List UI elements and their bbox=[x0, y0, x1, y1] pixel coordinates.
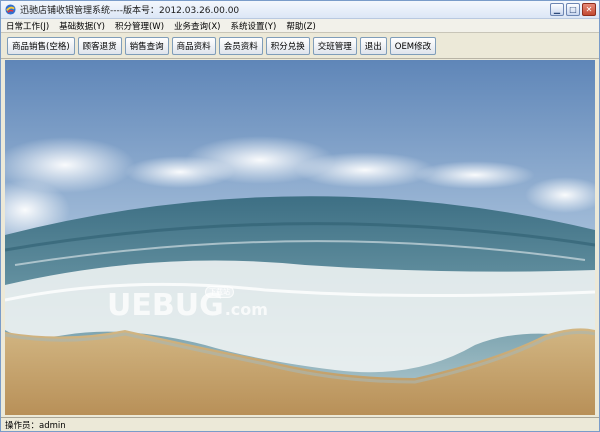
points-exchange-button[interactable]: 积分兑换 bbox=[265, 36, 310, 55]
beach-scene bbox=[5, 60, 595, 415]
minimize-button[interactable]: ▁ bbox=[550, 3, 564, 16]
customer-return-button[interactable]: 顾客退货 bbox=[77, 36, 122, 55]
watermark-badge: 下载站 bbox=[205, 286, 234, 298]
title-bar[interactable]: 迅驰店铺收银管理系统----版本号：2012.03.26.00.00 ▁ □ ✕ bbox=[1, 1, 599, 19]
site-watermark: UEBUG .com 下载站 bbox=[107, 286, 268, 323]
shift-handover-button[interactable]: 交班管理 bbox=[312, 36, 357, 55]
member-info-button[interactable]: 会员资料 bbox=[218, 36, 263, 55]
oem-edit-button[interactable]: OEM修改 bbox=[389, 36, 437, 55]
menu-basic-data[interactable]: 基础数据(Y) bbox=[59, 20, 105, 32]
menu-business-query[interactable]: 业务查询(X) bbox=[174, 20, 220, 32]
exit-button[interactable]: 退出 bbox=[359, 36, 387, 55]
maximize-icon: □ bbox=[569, 4, 577, 14]
menu-points-management[interactable]: 积分管理(W) bbox=[115, 20, 164, 32]
operator-status: 操作员：admin bbox=[5, 420, 66, 431]
close-button[interactable]: ✕ bbox=[582, 3, 596, 16]
sales-query-button[interactable]: 销售查询 bbox=[124, 36, 169, 55]
app-logo-icon bbox=[5, 4, 16, 15]
watermark-suffix-text: .com bbox=[224, 300, 268, 319]
maximize-button[interactable]: □ bbox=[566, 3, 580, 16]
window-title: 迅驰店铺收银管理系统----版本号：2012.03.26.00.00 bbox=[20, 6, 240, 16]
app-window: 迅驰店铺收银管理系统----版本号：2012.03.26.00.00 ▁ □ ✕… bbox=[0, 0, 600, 432]
minimize-icon: ▁ bbox=[553, 4, 561, 14]
window-controls: ▁ □ ✕ bbox=[550, 3, 599, 16]
menu-daily-work[interactable]: 日常工作(J) bbox=[6, 20, 49, 32]
product-sales-button[interactable]: 商品销售(空格) bbox=[7, 36, 75, 55]
toolbar: 商品销售(空格) 顾客退货 销售查询 商品资料 会员资料 积分兑换 交班管理 退… bbox=[1, 33, 599, 59]
close-icon: ✕ bbox=[585, 4, 593, 14]
status-bar: 操作员：admin bbox=[1, 417, 599, 431]
product-info-button[interactable]: 商品资料 bbox=[171, 36, 216, 55]
background-image: UEBUG .com 下载站 bbox=[5, 60, 595, 415]
menu-help[interactable]: 帮助(Z) bbox=[286, 20, 315, 32]
menu-bar: 日常工作(J) 基础数据(Y) 积分管理(W) 业务查询(X) 系统设置(Y) … bbox=[1, 19, 599, 33]
menu-system-settings[interactable]: 系统设置(Y) bbox=[230, 20, 276, 32]
